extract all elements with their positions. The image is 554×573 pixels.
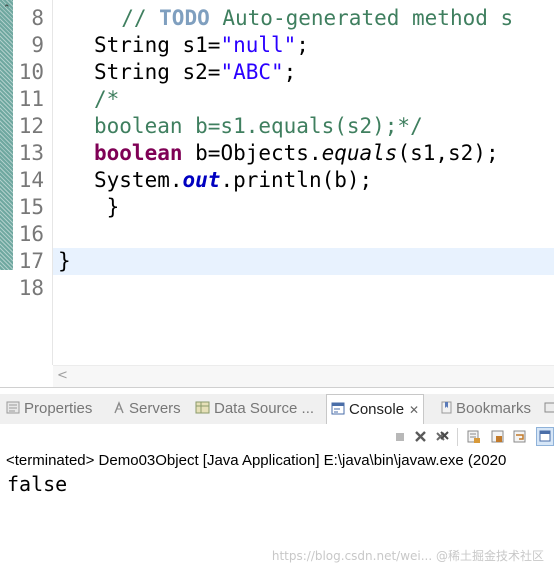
code-token: String s2= <box>94 60 221 84</box>
todo-tag: TODO <box>159 6 210 30</box>
code-token: ; <box>283 60 297 84</box>
line-number: 12 <box>18 114 44 138</box>
code-line-8[interactable]: // TODO Auto-generated method s <box>58 5 554 32</box>
remove-all-terminated-icon[interactable] <box>435 429 450 444</box>
line-number: 15 <box>18 195 44 219</box>
code-line-16[interactable] <box>58 221 554 248</box>
clear-console-icon[interactable] <box>466 429 481 444</box>
terminate-icon[interactable] <box>392 429 407 444</box>
static-method-token: equals <box>321 141 398 165</box>
comment-token: // <box>121 6 160 30</box>
line-number: 16 <box>18 222 44 246</box>
line-number: 18 <box>18 276 44 300</box>
code-line-15[interactable]: } <box>58 194 554 221</box>
code-token: System. <box>94 168 183 192</box>
console-icon <box>331 402 345 415</box>
tab-label: Data Source ... <box>214 400 315 417</box>
code-line-9[interactable]: String s1="null"; <box>58 32 554 59</box>
remove-launch-icon[interactable] <box>413 429 428 444</box>
bookmarks-icon <box>441 401 452 414</box>
code-line-17-current[interactable]: } <box>53 248 554 275</box>
code-area[interactable]: // TODO Auto-generated method s String s… <box>53 0 554 365</box>
close-icon[interactable]: ✕ <box>409 403 419 417</box>
data-source-icon <box>195 401 210 414</box>
line-number: 17 <box>18 249 44 273</box>
line-number: 10 <box>18 60 44 84</box>
overflow-icon <box>544 402 554 413</box>
code-line-12[interactable]: boolean b=s1.equals(s2);*/ <box>58 113 554 140</box>
tab-servers[interactable]: Servers <box>113 394 181 424</box>
tab-overflow[interactable] <box>544 394 554 424</box>
view-tab-bar: Properties Servers Data Source ... Conso… <box>0 394 554 425</box>
console-output[interactable]: false <box>7 471 67 497</box>
code-token: (s1,s2); <box>397 141 499 165</box>
line-number: 9 <box>31 33 44 57</box>
gutter-separator <box>52 0 53 365</box>
line-number: 13 <box>18 141 44 165</box>
tab-label: Properties <box>24 400 93 417</box>
toolbar-separator <box>457 428 458 446</box>
code-token: .println(b); <box>220 168 373 192</box>
code-line-14[interactable]: System.out.println(b); <box>58 167 554 194</box>
fold-collapse-icon[interactable]: ⌃ <box>3 5 11 14</box>
code-line-13[interactable]: boolean b=Objects.equals(s1,s2); <box>58 140 554 167</box>
code-line-11[interactable]: /* <box>58 86 554 113</box>
tab-data-source[interactable]: Data Source ... <box>195 394 314 424</box>
tab-label: Console <box>349 401 405 418</box>
code-token: ; <box>296 33 309 57</box>
string-literal: "ABC" <box>220 60 284 84</box>
line-number: 14 <box>18 168 44 192</box>
code-editor[interactable]: ⌃ 8 9 10 11 12 13 14 15 16 17 18 // TODO… <box>0 0 554 387</box>
tab-properties[interactable]: Properties <box>6 394 92 424</box>
line-number: 8 <box>31 6 44 30</box>
tab-console[interactable]: Console ✕ <box>326 394 425 425</box>
bottom-panel: Properties Servers Data Source ... Conso… <box>0 387 554 573</box>
word-wrap-icon[interactable] <box>512 429 527 444</box>
tab-label: Bookmarks <box>456 400 532 417</box>
properties-icon <box>6 401 20 414</box>
console-process-status: <terminated> Demo03Object [Java Applicat… <box>6 452 507 469</box>
watermark: https://blog.csdn.net/wei... @稀土掘金技术社区 <box>271 549 544 563</box>
pin-console-icon[interactable] <box>536 427 554 446</box>
tab-label: Servers <box>129 400 181 417</box>
line-number: 11 <box>18 87 44 111</box>
comment-token: Auto-generated method s <box>209 6 514 30</box>
tab-bookmarks[interactable]: Bookmarks <box>441 394 531 424</box>
code-line-10[interactable]: String s2="ABC"; <box>58 59 554 86</box>
horizontal-scrollbar[interactable]: < <box>53 365 554 387</box>
scroll-left-icon[interactable]: < <box>57 366 68 386</box>
console-toolbar <box>0 424 554 450</box>
scroll-lock-icon[interactable] <box>490 429 505 444</box>
string-literal: "null" <box>220 33 297 57</box>
servers-icon <box>114 401 124 414</box>
static-field-token: out <box>182 168 221 192</box>
code-token: String s1= <box>94 33 221 57</box>
quick-diff-ruler <box>0 0 13 270</box>
code-token: b=Objects. <box>182 141 322 165</box>
code-line-18[interactable] <box>58 275 554 302</box>
keyword-token: boolean <box>94 141 183 165</box>
